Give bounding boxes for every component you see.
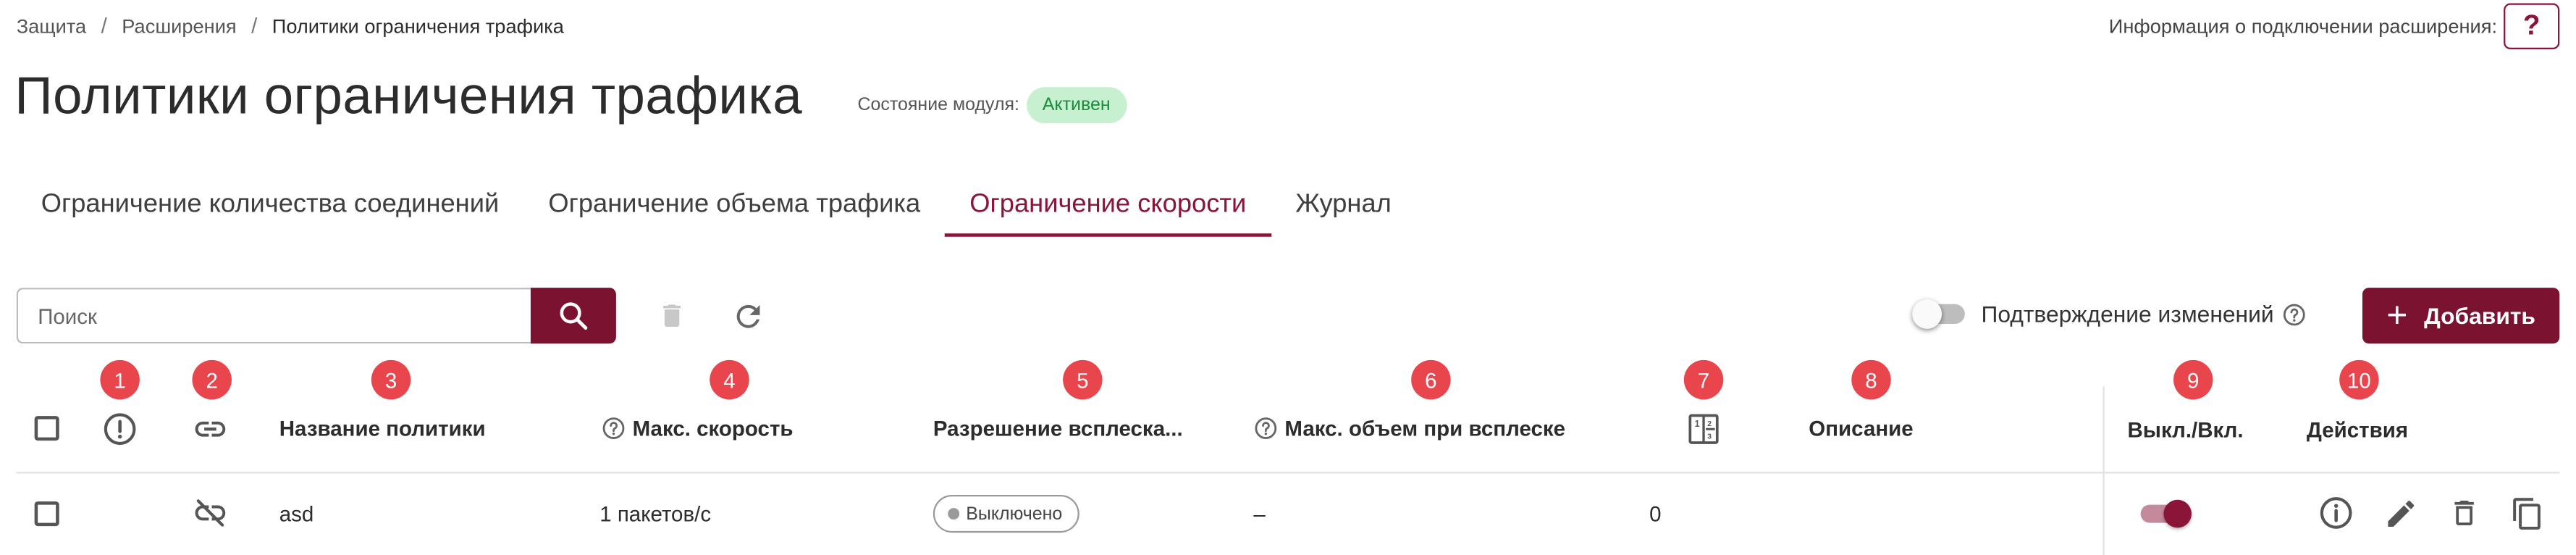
refresh-icon (736, 304, 759, 327)
row-burst-status: Выключено (933, 494, 1079, 533)
search-button[interactable] (530, 288, 616, 344)
link-off-icon (195, 499, 226, 527)
select-all-checkbox[interactable] (34, 416, 59, 441)
column-header-burst[interactable]: Разрешение всплеска... (933, 416, 1183, 441)
delete-button[interactable] (2446, 495, 2483, 531)
help-circle-icon[interactable] (1253, 416, 1278, 441)
connection-help-button[interactable]: ? (2504, 3, 2560, 50)
row-enabled-toggle[interactable] (2140, 499, 2192, 528)
column-header-max-speed-label: Макс. скорость (632, 416, 794, 441)
column-marker-5: 5 (1063, 359, 1103, 400)
trash-icon (663, 304, 681, 327)
column-marker-3: 3 (371, 359, 411, 400)
counter-column-header[interactable]: 1 2 3 (1685, 411, 1722, 447)
tab-speed-limit[interactable]: Ограничение скорости (945, 178, 1271, 237)
tab-traffic-volume-limit[interactable]: Ограничение объема трафика (523, 178, 945, 237)
row-name[interactable]: asd (279, 501, 314, 526)
plus-icon: + (2386, 294, 2408, 335)
column-marker-9: 9 (2173, 359, 2213, 400)
tab-bar: Ограничение количества соединений Ограни… (17, 178, 1416, 237)
header-divider (16, 472, 2560, 474)
svg-text:3: 3 (1707, 433, 1712, 441)
tab-journal[interactable]: Журнал (1271, 178, 1416, 237)
row-checkbox[interactable] (34, 501, 59, 527)
copy-button[interactable] (2509, 495, 2545, 531)
confirm-changes-label: Подтверждение изменений (1981, 301, 2274, 327)
column-marker-1: 1 (100, 359, 140, 400)
column-header-description[interactable]: Описание (1809, 416, 1913, 441)
counter-column-icon: 1 2 3 (1688, 414, 1719, 444)
delete-selected-button[interactable] (654, 298, 690, 334)
trash-icon (2454, 500, 2474, 525)
column-marker-8: 8 (1851, 359, 1891, 400)
confirm-changes-toggle[interactable] (1912, 299, 1965, 329)
module-state: Состояние модуля: Активен (857, 87, 1127, 124)
breadcrumb-separator: / (251, 13, 258, 38)
breadcrumb-item-protection[interactable]: Защита (17, 14, 87, 37)
column-marker-6: 6 (1411, 359, 1451, 400)
column-header-actions: Действия (2306, 417, 2409, 443)
page-title: Политики ограничения трафика (14, 65, 803, 125)
column-marker-2: 2 (192, 359, 232, 400)
alert-column-header (102, 411, 138, 447)
row-burst-max: – (1253, 501, 1266, 527)
column-header-max-speed[interactable]: Макс. скорость (601, 416, 794, 441)
column-header-burst-max-label: Макс. объем при всплеске (1284, 416, 1566, 441)
row-counter: 0 (1649, 501, 1662, 527)
connection-info: Информация о подключении расширения: ? (2108, 3, 2560, 50)
column-marker-7: 7 (1683, 359, 1724, 400)
tab-connection-limit[interactable]: Ограничение количества соединений (17, 178, 524, 237)
row-burst-label: Выключено (966, 504, 1063, 524)
pencil-icon (2387, 500, 2414, 526)
svg-text:1: 1 (1695, 419, 1700, 429)
status-dot (948, 508, 960, 520)
breadcrumb-separator: / (101, 13, 107, 38)
breadcrumb-item-extensions[interactable]: Расширения (122, 14, 236, 37)
confirm-changes: Подтверждение изменений (1912, 299, 2307, 329)
search-input[interactable] (16, 288, 531, 344)
link-column-header (192, 411, 228, 447)
column-header-name[interactable]: Название политики (279, 416, 486, 441)
column-header-burst-max[interactable]: Макс. объем при всплеске (1253, 416, 1565, 441)
search-icon (560, 302, 588, 330)
info-button[interactable] (2318, 495, 2354, 531)
module-state-label: Состояние модуля: (857, 95, 1019, 115)
link-icon (195, 421, 226, 437)
info-icon (2320, 497, 2352, 529)
add-button[interactable]: + Добавить (2362, 288, 2560, 344)
alert-circle-icon (104, 413, 136, 446)
breadcrumb: Защита / Расширения / Политики ограничен… (17, 13, 564, 38)
column-header-enabled: Выкл./Вкл. (2127, 417, 2244, 443)
search-bar (16, 288, 616, 344)
add-button-label: Добавить (2424, 302, 2535, 329)
column-marker-10: 10 (2339, 359, 2379, 400)
edit-button[interactable] (2382, 495, 2418, 531)
column-marker-4: 4 (710, 359, 749, 400)
refresh-button[interactable] (729, 298, 765, 334)
connection-info-label: Информация о подключении расширения: (2108, 14, 2498, 38)
row-max-speed: 1 пакетов/с (599, 501, 712, 527)
help-circle-icon[interactable] (601, 416, 626, 441)
breadcrumb-current: Политики ограничения трафика (272, 14, 564, 38)
column-divider (2103, 386, 2105, 555)
row-link-status (192, 495, 228, 539)
status-badge: Активен (1026, 87, 1127, 124)
help-circle-icon[interactable] (2282, 301, 2307, 326)
svg-text:2: 2 (1707, 420, 1712, 428)
copy-icon (2512, 497, 2540, 529)
